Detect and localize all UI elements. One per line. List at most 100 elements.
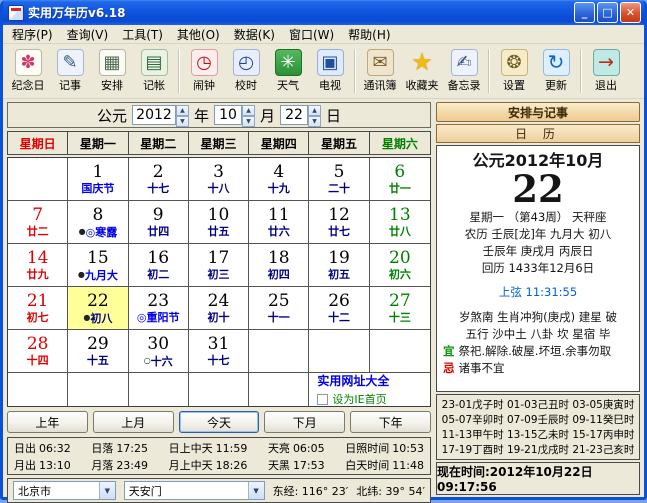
calendar-cell-9[interactable]: 9廿四 bbox=[129, 201, 189, 244]
year-down-icon[interactable]: ▼ bbox=[176, 116, 189, 127]
calendar-cell-2[interactable]: 2十七 bbox=[129, 158, 189, 201]
day-lunar-label: 十九 bbox=[268, 182, 290, 195]
maximize-button[interactable]: □ bbox=[597, 2, 618, 23]
anniversary-label: 纪念日 bbox=[12, 77, 45, 93]
year-up-icon[interactable]: ▲ bbox=[176, 105, 189, 116]
calendar-cell-13[interactable]: 13廿八 bbox=[370, 201, 430, 244]
calendar-cell-19[interactable]: 19初五 bbox=[309, 244, 369, 287]
accounting-button[interactable]: ▤记帐 bbox=[133, 47, 175, 95]
calendar-cell-6[interactable]: 6廿一 bbox=[370, 158, 430, 201]
day-number: 10 bbox=[208, 206, 230, 225]
weekday-header: 星期日星期一星期二星期三星期四星期五星期六 bbox=[7, 131, 431, 155]
exit-button[interactable]: →退出 bbox=[585, 47, 627, 95]
next-year-button[interactable]: 下年 bbox=[350, 411, 431, 433]
calendar-cell-11[interactable]: 11廿六 bbox=[249, 201, 309, 244]
city-select[interactable]: 北京市 ▼ bbox=[13, 481, 116, 500]
month-spinner[interactable]: ▲▼ bbox=[242, 105, 255, 125]
calendar-cell-20[interactable]: 20初六 bbox=[370, 244, 430, 287]
calendar-cell-18[interactable]: 18初四 bbox=[249, 244, 309, 287]
menu-item-1[interactable]: 查询(V) bbox=[60, 25, 116, 44]
astro-key: 日上中天 bbox=[169, 442, 213, 455]
calendar-cell-23[interactable]: 23◎重阳节 bbox=[129, 287, 189, 330]
year-spinner[interactable]: ▲▼ bbox=[176, 105, 189, 125]
day-spinner[interactable]: ▲▼ bbox=[308, 105, 321, 125]
chevron-down-icon[interactable]: ▼ bbox=[248, 482, 264, 499]
detail-ganzhi-line: 壬辰年 庚戌月 丙辰日 bbox=[483, 243, 594, 260]
time-sync-button[interactable]: ◴校时 bbox=[225, 47, 267, 95]
calendar-cell-26[interactable]: 26十二 bbox=[309, 287, 369, 330]
notes-button[interactable]: ✎记事 bbox=[49, 47, 91, 95]
calendar-cell-30[interactable]: 30○十六 bbox=[129, 330, 189, 373]
minimize-button[interactable]: _ bbox=[574, 2, 595, 23]
update-button[interactable]: ↻更新 bbox=[535, 47, 577, 95]
calendar-cell-12[interactable]: 12廿七 bbox=[309, 201, 369, 244]
calendar-cell-7[interactable]: 7廿二 bbox=[8, 201, 68, 244]
day-number: 29 bbox=[87, 335, 109, 354]
calendar-cell-22[interactable]: 22●初八 bbox=[68, 287, 128, 330]
menu-item-3[interactable]: 其他(O) bbox=[170, 25, 227, 44]
schedule-notes-header[interactable]: 安排与记事 bbox=[436, 102, 640, 122]
weekday-2: 星期二 bbox=[129, 132, 189, 154]
day-number: 9 bbox=[153, 206, 164, 225]
prev-year-button[interactable]: 上年 bbox=[7, 411, 88, 433]
day-down-icon[interactable]: ▼ bbox=[308, 116, 321, 127]
menu-item-5[interactable]: 窗口(W) bbox=[282, 25, 341, 44]
memo-button[interactable]: ✍备忘录 bbox=[443, 47, 485, 95]
calendar-cell-8[interactable]: 8●◎寒露 bbox=[68, 201, 128, 244]
menu-item-2[interactable]: 工具(T) bbox=[115, 25, 170, 44]
calendar-cell-15[interactable]: 15●九月大 bbox=[68, 244, 128, 287]
calendar-cell-14[interactable]: 14廿九 bbox=[8, 244, 68, 287]
spot-select[interactable]: 天安门 ▼ bbox=[124, 481, 265, 500]
calendar-cell-10[interactable]: 10廿五 bbox=[189, 201, 249, 244]
calendar-cell-empty bbox=[249, 373, 309, 406]
tab-calendar[interactable]: 日 历 bbox=[436, 124, 640, 143]
year-unit-label: 年 bbox=[194, 105, 209, 126]
month-up-icon[interactable]: ▲ bbox=[242, 105, 255, 116]
day-lunar-label: 初十 bbox=[207, 311, 229, 324]
day-up-icon[interactable]: ▲ bbox=[308, 105, 321, 116]
tv-button[interactable]: ▣电视 bbox=[309, 47, 351, 95]
calendar-cell-28[interactable]: 28十四 bbox=[8, 330, 68, 373]
weather-button[interactable]: ✳天气 bbox=[267, 47, 309, 95]
day-lunar-label: ●九月大 bbox=[78, 268, 118, 282]
calendar-cell-31[interactable]: 31十七 bbox=[189, 330, 249, 373]
prev-month-button[interactable]: 上月 bbox=[93, 411, 174, 433]
calendar-cell-24[interactable]: 24初十 bbox=[189, 287, 249, 330]
calendar-cell-1[interactable]: 1国庆节 bbox=[68, 158, 128, 201]
astro-value: 11:48 bbox=[392, 459, 424, 472]
calendar-cell-21[interactable]: 21初七 bbox=[8, 287, 68, 330]
app-window: 实用万年历v6.18 _ □ ✕ 程序(P)查询(V)工具(T)其他(O)数据(… bbox=[0, 0, 647, 500]
calendar-cell-4[interactable]: 4十九 bbox=[249, 158, 309, 201]
checkbox-icon[interactable] bbox=[317, 394, 328, 405]
alarm-clock-button[interactable]: ◷闹钟 bbox=[183, 47, 225, 95]
today-button[interactable]: 今天 bbox=[179, 411, 260, 433]
month-input[interactable] bbox=[214, 105, 242, 125]
site-link[interactable]: 实用网址大全 bbox=[317, 372, 389, 389]
alarm-clock-icon: ◷ bbox=[191, 49, 218, 76]
chevron-down-icon[interactable]: ▼ bbox=[99, 482, 115, 499]
set-ie-homepage[interactable]: 设为IE首页 bbox=[317, 391, 386, 407]
calendar-cell-29[interactable]: 29十五 bbox=[68, 330, 128, 373]
settings-button[interactable]: ❂设置 bbox=[493, 47, 535, 95]
favorites-button[interactable]: ★收藏夹 bbox=[401, 47, 443, 95]
astro-白天时间: 白天时间11:48 bbox=[345, 457, 424, 473]
menu-bar: 程序(P)查询(V)工具(T)其他(O)数据(K)窗口(W)帮助(H) bbox=[3, 25, 644, 44]
anniversary-button[interactable]: ✽纪念日 bbox=[7, 47, 49, 95]
calendar-cell-27[interactable]: 27十三 bbox=[370, 287, 430, 330]
calendar-cell-16[interactable]: 16初二 bbox=[129, 244, 189, 287]
calendar-cell-5[interactable]: 5二十 bbox=[309, 158, 369, 201]
menu-item-6[interactable]: 帮助(H) bbox=[341, 25, 397, 44]
next-month-button[interactable]: 下月 bbox=[264, 411, 345, 433]
calendar-cell-25[interactable]: 25十一 bbox=[249, 287, 309, 330]
calendar-cell-empty bbox=[129, 373, 189, 406]
menu-item-0[interactable]: 程序(P) bbox=[5, 25, 60, 44]
month-down-icon[interactable]: ▼ bbox=[242, 116, 255, 127]
calendar-cell-17[interactable]: 17初三 bbox=[189, 244, 249, 287]
year-input[interactable] bbox=[132, 105, 176, 125]
menu-item-4[interactable]: 数据(K) bbox=[227, 25, 282, 44]
schedule-button[interactable]: ▦安排 bbox=[91, 47, 133, 95]
calendar-cell-3[interactable]: 3十八 bbox=[189, 158, 249, 201]
address-book-button[interactable]: ✉通讯簿 bbox=[359, 47, 401, 95]
day-input[interactable] bbox=[280, 105, 308, 125]
close-button[interactable]: ✕ bbox=[620, 2, 641, 23]
